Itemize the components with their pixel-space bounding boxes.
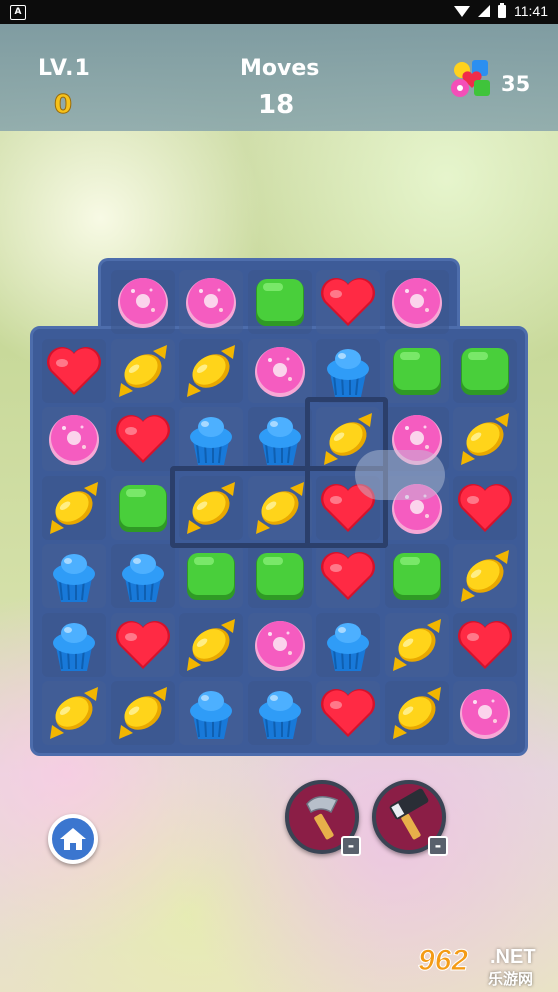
home-icon [60,828,86,850]
heart-candy-tile[interactable] [453,613,517,677]
moves-value: 18 [258,90,295,120]
cupcake-candy-tile[interactable] [42,544,106,608]
candy-candy-tile[interactable] [453,544,517,608]
watermark-chinese: 乐游网 [488,970,534,988]
jelly-candy-tile[interactable] [385,339,449,403]
level-label: LV.1 [38,56,91,81]
donut-candy-tile[interactable] [248,613,312,677]
heart-candy-tile[interactable] [111,613,175,677]
jelly-candy-tile[interactable] [385,544,449,608]
cupcake-candy-tile[interactable] [111,544,175,608]
donut-candy-tile[interactable] [453,681,517,745]
heart-candy-tile[interactable] [111,407,175,471]
cupcake-candy-tile[interactable] [316,339,380,403]
notification-icon: A [10,5,26,20]
heart-candy-tile[interactable] [42,339,106,403]
heart-candy-tile[interactable] [316,270,380,334]
moves-label: Moves [240,56,320,81]
candy-candy-tile[interactable] [179,339,243,403]
wifi-icon [454,5,470,17]
jelly-candy-tile[interactable] [111,476,175,540]
hammer-booster-button[interactable]: - [285,780,361,856]
candy-candy-tile[interactable] [42,681,106,745]
jelly-candy-tile[interactable] [453,339,517,403]
home-button[interactable] [48,814,98,864]
watermark-logo: 962 .NET 乐游网 [417,944,554,989]
cupcake-candy-tile[interactable] [179,407,243,471]
candy-candy-tile[interactable] [179,476,243,540]
candy-candy-tile[interactable] [111,681,175,745]
heart-candy-tile[interactable] [316,681,380,745]
cupcake-candy-tile[interactable] [248,407,312,471]
donut-candy-tile[interactable] [248,339,312,403]
watermark-suffix: .NET [490,946,536,968]
donut-candy-tile[interactable] [385,270,449,334]
game-board [30,258,528,756]
clock: 11:41 [514,3,548,19]
cupcake-candy-tile[interactable] [179,681,243,745]
status-bar: A 11:41 [0,0,558,24]
candy-candy-tile[interactable] [111,339,175,403]
candy-candy-tile[interactable] [453,407,517,471]
heart-candy-tile[interactable] [453,476,517,540]
battery-icon [498,2,506,18]
watermark-number: 962 [417,944,469,978]
target-candy-icon [450,58,494,100]
candy-candy-tile[interactable] [385,613,449,677]
jelly-candy-tile[interactable] [248,270,312,334]
target-count: 35 [501,72,531,96]
candy-candy-tile[interactable] [179,613,243,677]
cupcake-candy-tile[interactable] [316,613,380,677]
signal-icon [478,5,490,17]
donut-candy-tile[interactable] [111,270,175,334]
jelly-candy-tile[interactable] [248,544,312,608]
donut-candy-tile[interactable] [179,270,243,334]
cupcake-candy-tile[interactable] [42,613,106,677]
candy-candy-tile[interactable] [248,476,312,540]
hammer-count-badge: - [341,836,361,856]
mallet-booster-button[interactable]: - [372,780,448,856]
candy-candy-tile[interactable] [42,476,106,540]
jelly-candy-tile[interactable] [179,544,243,608]
score-value: 0 [53,90,73,121]
mallet-count-badge: - [428,836,448,856]
cupcake-candy-tile[interactable] [248,681,312,745]
heart-candy-tile[interactable] [316,544,380,608]
game-hud: LV.1 0 Moves 18 35 [0,24,558,131]
candy-candy-tile[interactable] [385,681,449,745]
swap-hint-shadow [355,450,445,500]
donut-candy-tile[interactable] [42,407,106,471]
